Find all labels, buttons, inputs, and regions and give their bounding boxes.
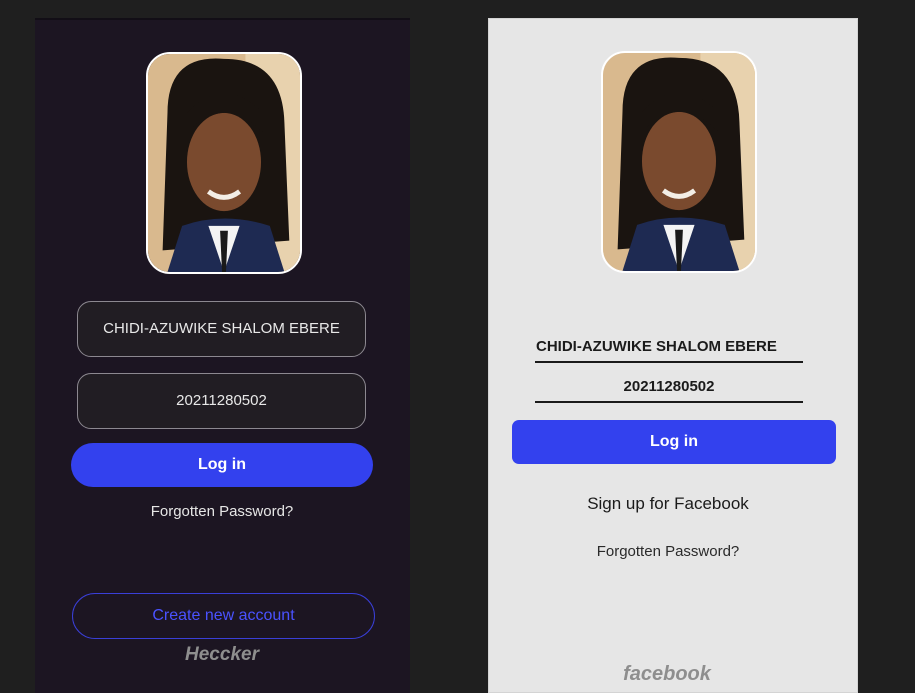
profile-photo [601,51,757,273]
login-button[interactable]: Log in [71,443,373,487]
brand-logo: facebook [623,663,711,685]
forgot-password-link[interactable]: Forgotten Password? [35,503,409,520]
forgot-password-link[interactable]: Forgotten Password? [489,543,847,560]
light-login-screen: CHIDI-AZUWIKE SHALOM EBERE 20211280502 L… [488,18,858,693]
dark-login-screen: CHIDI-AZUWIKE SHALOM EBERE 20211280502 L… [35,18,410,693]
password-input[interactable]: 20211280502 [535,373,803,403]
name-input[interactable]: CHIDI-AZUWIKE SHALOM EBERE [77,301,366,357]
name-input[interactable]: CHIDI-AZUWIKE SHALOM EBERE [535,333,803,363]
profile-photo [146,52,302,274]
signup-link[interactable]: Sign up for Facebook [489,494,847,514]
brand-logo: Heccker [185,644,259,665]
login-button[interactable]: Log in [512,420,836,464]
password-input[interactable]: 20211280502 [77,373,366,429]
create-account-button[interactable]: Create new account [72,593,375,639]
